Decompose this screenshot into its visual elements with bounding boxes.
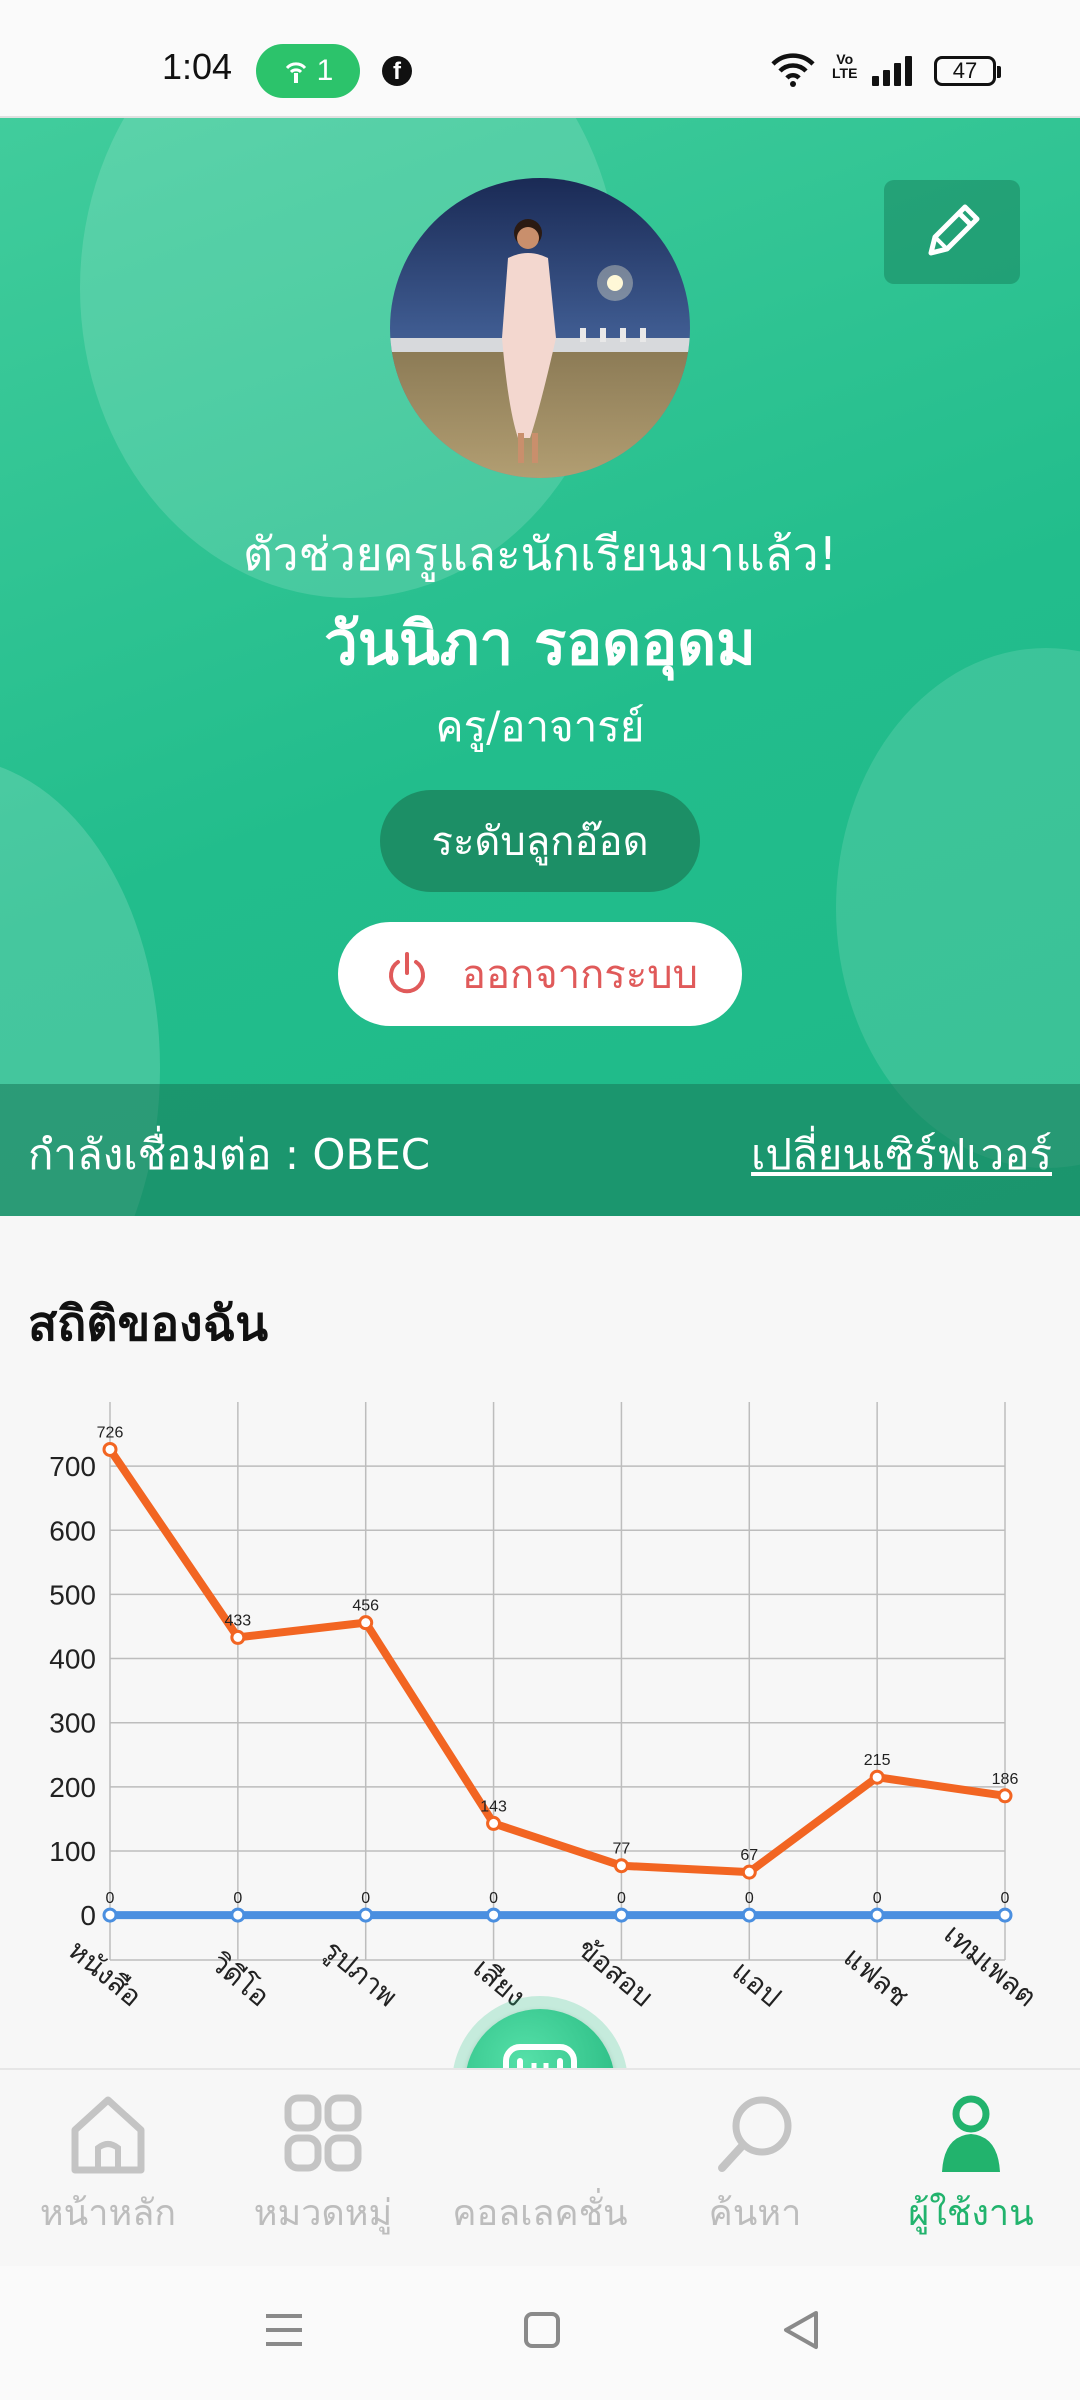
chart-x-tick-label: เทมเพลต [938, 1917, 1043, 2013]
chart-data-label: 215 [864, 1752, 891, 1769]
chart-data-point [230, 1907, 246, 1923]
category-icon [284, 2094, 362, 2172]
chart-y-tick-label: 300 [49, 1708, 96, 1739]
back-icon[interactable] [780, 2308, 822, 2352]
chart-data-label: 143 [480, 1798, 507, 1815]
status-time: 1:04 [162, 46, 233, 87]
chart-data-point [869, 1769, 885, 1785]
nav-item-search[interactable]: ค้นหา [650, 2070, 860, 2268]
chart-data-point [613, 1907, 629, 1923]
hotspot-indicator[interactable]: 1 [256, 44, 360, 98]
chart-data-label: 0 [873, 1890, 882, 1907]
chart-x-tick-label: หนังสือ [62, 1933, 148, 2013]
menu-icon[interactable] [262, 2310, 306, 2350]
chart-data-point [102, 1907, 118, 1923]
user-role: ครู/อาจารย์ [435, 702, 645, 751]
change-server-link[interactable]: เปลี่ยนเซิร์ฟเวอร์ [751, 1122, 1052, 1188]
chart-x-tick-label: รูปภาพ [317, 1933, 404, 2014]
nav-label-home: หน้าหลัก [39, 2193, 177, 2234]
nav-item-user[interactable]: ผู้ใช้งาน [866, 2070, 1076, 2268]
chart-y-tick-label: 200 [49, 1772, 96, 1803]
chart-data-label: 0 [233, 1890, 242, 1907]
chart-x-tick-label: ข้อสอบ [571, 1932, 659, 2014]
facebook-icon: f [382, 56, 412, 86]
chart-data-point [486, 1907, 502, 1923]
power-icon [388, 952, 425, 994]
nav-label-category: หมวดหมู่ [253, 2193, 393, 2234]
nav-label-search: ค้นหา [708, 2193, 802, 2234]
level-badge-button[interactable]: ระดับลูกอ๊อด [380, 790, 700, 892]
chart-data-point [741, 1907, 757, 1923]
home-icon [71, 2096, 145, 2174]
chart-data-label: 0 [361, 1890, 370, 1907]
chart-data-point [741, 1864, 757, 1880]
signal-icon [872, 54, 912, 86]
chart-data-point [997, 1788, 1013, 1804]
line-chart-svg: 01002003004005006007000 0 0 0 0 0 0 07264334561… [49, 1402, 1043, 2014]
nav-item-collection[interactable]: คอลเลคชั่น [435, 2070, 645, 2268]
avatar-photo [390, 178, 690, 478]
chart-data-point [102, 1441, 118, 1457]
hotspot-icon [285, 62, 306, 83]
stats-chart: 0 100 200 300 400 500 600 700 0 0 0 0 0 0 0 0 726 433 456 1… [0, 1390, 1080, 2070]
bottom-nav: หน้าหลัก หมวดหมู่ คอลเลคชั่น ค้นหา ผู้ใช… [0, 2068, 1080, 2266]
edit-profile-button[interactable] [884, 180, 1020, 284]
chart-data-point [869, 1907, 885, 1923]
avatar[interactable] [390, 178, 690, 478]
chart-y-tick-label: 400 [49, 1644, 96, 1675]
greeting-text: ตัวช่วยครูและนักเรียนมาแล้ว! [242, 527, 838, 581]
chart-data-label: 433 [225, 1612, 252, 1629]
nav-label-user: ผู้ใช้งาน [908, 2193, 1034, 2234]
chart-data-point [358, 1907, 374, 1923]
chart-data-label: 77 [613, 1841, 631, 1858]
chart-data-point [613, 1858, 629, 1874]
chart-data-label: 0 [745, 1890, 754, 1907]
pencil-icon [928, 204, 980, 256]
home-square-icon[interactable] [522, 2310, 562, 2350]
volte-icon: Vo LTE [832, 51, 858, 81]
chart-data-point [997, 1907, 1013, 1923]
profile-header: ตัวช่วยครูและนักเรียนมาแล้ว! วันนิภา รอด… [0, 118, 1080, 1216]
chart-y-tick-label: 600 [49, 1515, 96, 1546]
chart-y-tick-label: 700 [49, 1451, 96, 1482]
chart-y-tick-label: 500 [49, 1579, 96, 1610]
hotspot-count: 1 [316, 54, 334, 87]
chart-data-label: 67 [740, 1847, 758, 1864]
chart-y-tick-label: 0 [80, 1900, 96, 1931]
chart-data-label: 0 [106, 1890, 115, 1907]
wifi-icon [771, 53, 815, 87]
server-status-label: กำลังเชื่อมต่อ : OBEC [28, 1130, 431, 1179]
stats-title: สถิติของฉัน [28, 1296, 269, 1352]
nav-item-home[interactable]: หน้าหลัก [3, 2070, 213, 2268]
server-bar: กำลังเชื่อมต่อ : OBEC เปลี่ยนเซิร์ฟเวอร์ [0, 1084, 1080, 1216]
system-nav-bar [0, 2266, 1080, 2400]
logout-label: ออกจากระบบ [461, 952, 699, 998]
chart-x-tick-label: วิดีโอ [204, 1946, 276, 2014]
nav-item-category[interactable]: หมวดหมู่ [218, 2070, 428, 2268]
chart-data-label: 726 [97, 1424, 124, 1441]
chart-data-label: 456 [352, 1598, 379, 1615]
user-icon [942, 2095, 1000, 2172]
chart-x-tick-label: แอป [726, 1954, 788, 2013]
chart-data-point [486, 1815, 502, 1831]
chart-series-line [106, 1447, 1006, 1877]
chart-data-point [230, 1629, 246, 1645]
search-icon [718, 2096, 792, 2172]
battery-icon: 47 [934, 56, 1001, 86]
chart-data-label: 0 [489, 1890, 498, 1907]
chart-x-tick-label: แฟลช [837, 1940, 915, 2013]
chart-data-point [358, 1615, 374, 1631]
logout-button[interactable]: ออกจากระบบ [338, 922, 742, 1026]
chart-data-label: 186 [992, 1771, 1019, 1788]
status-bar: 1:04 1 f Vo LTE 47 [0, 0, 1080, 118]
chart-data-label: 0 [617, 1890, 626, 1907]
nav-label-collection: คอลเลคชั่น [452, 2193, 628, 2234]
chart-data-label: 0 [1001, 1890, 1010, 1907]
user-name: วันนิภา รอดอุดม [324, 609, 756, 679]
chart-y-tick-label: 100 [49, 1836, 96, 1867]
